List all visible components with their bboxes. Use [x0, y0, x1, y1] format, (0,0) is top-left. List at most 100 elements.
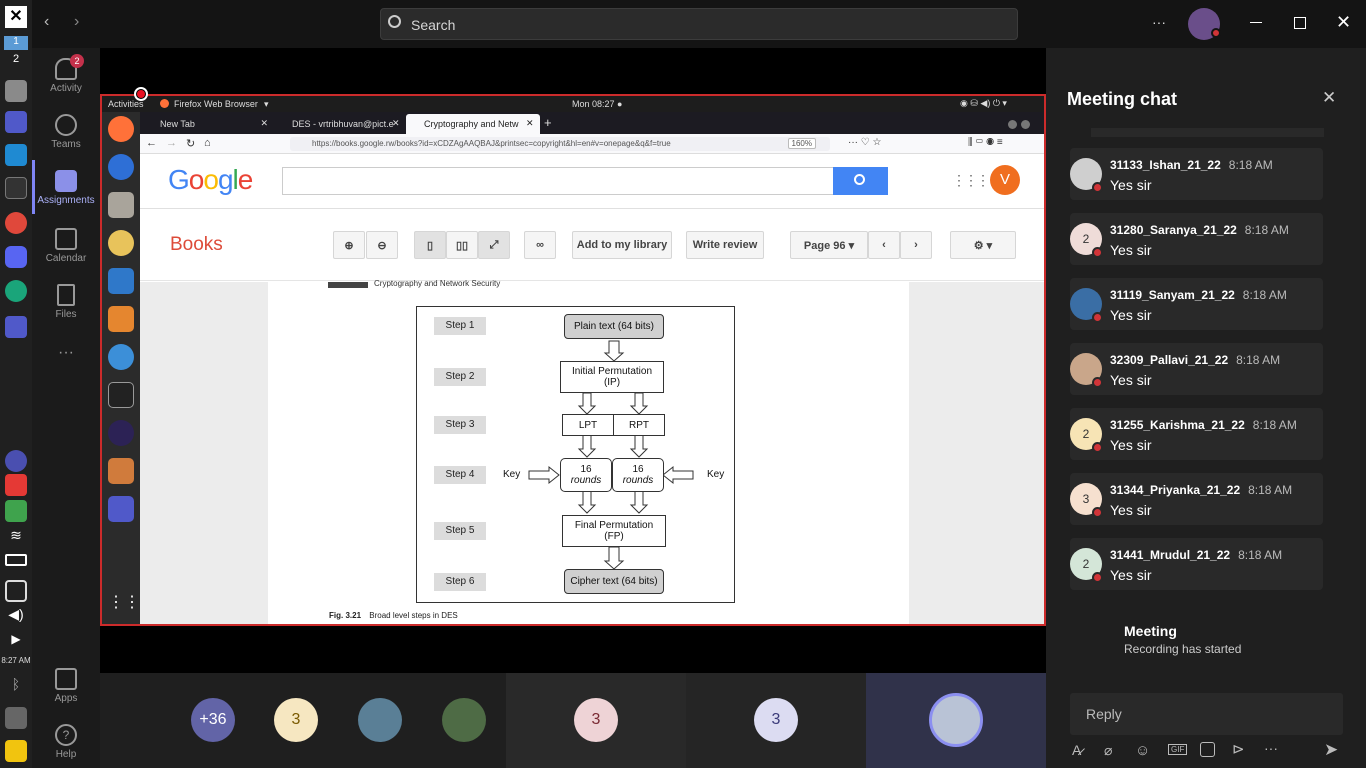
rail-activity[interactable]: Activity: [32, 58, 100, 94]
chat-message[interactable]: 2 31280_Saranya_21_22 8:18 AM Yes sir: [1070, 213, 1323, 265]
prev-page-button[interactable]: ‹: [868, 231, 900, 259]
teams-dock-icon[interactable]: [108, 496, 134, 522]
screenshot-dock-icon[interactable]: [108, 458, 134, 484]
close-window-button[interactable]: ✕: [1336, 12, 1351, 33]
rail-more-button[interactable]: ···: [32, 344, 100, 362]
minimize-button[interactable]: [1250, 22, 1262, 23]
more-options-button[interactable]: ···: [1152, 14, 1166, 30]
new-tab-button[interactable]: +: [544, 115, 552, 130]
google-logo[interactable]: Google: [168, 164, 253, 196]
participant-avatar[interactable]: [442, 698, 486, 742]
books-title[interactable]: Books: [170, 234, 223, 256]
page-selector[interactable]: Page 96 ▾: [790, 231, 868, 259]
tab-new-tab[interactable]: New Tab ✕: [142, 114, 272, 134]
start-logo-icon[interactable]: ✕: [5, 6, 27, 28]
link-button[interactable]: ∞: [524, 231, 556, 259]
anydesk-icon[interactable]: [5, 474, 27, 496]
tab-cryptography[interactable]: Cryptography and Netw: [406, 114, 540, 134]
system-tray-icons[interactable]: ◉ ⛁ ◀) ⏻ ▾: [960, 98, 1007, 109]
chat-message[interactable]: 31133_Ishan_21_22 8:18 AM Yes sir: [1070, 148, 1323, 200]
writer-dock-icon[interactable]: [108, 268, 134, 294]
emoji-icon[interactable]: ☺: [1135, 742, 1150, 759]
teams-notify-icon[interactable]: [5, 450, 27, 472]
thunderbird-dock-icon[interactable]: [108, 154, 134, 180]
rail-help[interactable]: ? Help: [32, 724, 100, 760]
zoom-out-button[interactable]: ⊖: [366, 231, 398, 259]
show-apps-grid-icon[interactable]: ⋮⋮: [108, 592, 140, 618]
single-page-button[interactable]: ▯: [414, 231, 446, 259]
package-icon[interactable]: [5, 500, 27, 522]
google-apps-icon[interactable]: ⋮⋮⋮: [952, 172, 990, 189]
schedule-send-icon[interactable]: ⊳: [1232, 740, 1245, 758]
app-menu[interactable]: Firefox Web Browser: [174, 99, 258, 109]
reload-icon[interactable]: ↻: [186, 137, 195, 150]
rail-apps[interactable]: Apps: [32, 668, 100, 704]
rail-calendar[interactable]: Calendar: [32, 228, 100, 264]
search-input[interactable]: Search: [380, 8, 1018, 40]
participant-avatar[interactable]: 3: [574, 698, 618, 742]
play-icon[interactable]: ▶: [5, 632, 27, 654]
firefox-dock-icon[interactable]: [108, 116, 134, 142]
zoom-indicator[interactable]: 160%: [787, 138, 816, 149]
workspace-2[interactable]: 2: [4, 53, 28, 67]
vscode-icon[interactable]: [5, 144, 27, 166]
library-icons[interactable]: ⫼ ▭ ◉ ≡: [968, 137, 1003, 148]
reply-input[interactable]: Reply: [1070, 693, 1343, 735]
back-icon[interactable]: ←: [146, 137, 157, 149]
fullscreen-button[interactable]: ⤢: [478, 231, 510, 259]
rail-teams[interactable]: Teams: [32, 114, 100, 150]
chat-message[interactable]: 2 31255_Karishma_21_22 8:18 AM Yes sir: [1070, 408, 1323, 460]
sticker-icon[interactable]: [1200, 742, 1215, 757]
participant-avatar[interactable]: 3: [274, 698, 318, 742]
maximize-button[interactable]: [1294, 17, 1306, 29]
window-controls[interactable]: [1008, 116, 1042, 147]
chat-message[interactable]: 2 31441_Mrudul_21_22 8:18 AM Yes sir: [1070, 538, 1323, 590]
tab-close-icon[interactable]: ✕: [392, 118, 400, 129]
tab-close-icon[interactable]: ✕: [526, 118, 534, 129]
google-search-input[interactable]: [282, 167, 834, 195]
zoom-in-button[interactable]: ⊕: [333, 231, 365, 259]
files-dock-icon[interactable]: [108, 192, 134, 218]
teams-icon[interactable]: [5, 111, 27, 133]
self-avatar[interactable]: [929, 693, 983, 747]
tab-close-icon[interactable]: ✕: [260, 118, 268, 129]
help-dock-icon[interactable]: [108, 344, 134, 370]
back-arrow-icon[interactable]: ‹: [44, 13, 49, 31]
add-to-library-button[interactable]: Add to my library: [572, 231, 672, 259]
participant-avatar[interactable]: [358, 698, 402, 742]
workspace-1[interactable]: 1: [4, 36, 28, 50]
settings-button[interactable]: ⚙ ▾: [950, 231, 1016, 259]
write-review-button[interactable]: Write review: [686, 231, 764, 259]
chat-message[interactable]: 32309_Pallavi_21_22 8:18 AM Yes sir: [1070, 343, 1323, 395]
format-icon[interactable]: A̷: [1072, 742, 1081, 758]
rail-assignments[interactable]: Assignments: [32, 170, 100, 206]
wifi-icon[interactable]: ≋: [5, 527, 27, 549]
notes-icon[interactable]: [5, 740, 27, 762]
send-icon[interactable]: ➤: [1324, 740, 1338, 760]
rhythmbox-dock-icon[interactable]: [108, 230, 134, 256]
file-manager-icon[interactable]: [5, 80, 27, 102]
bluetooth-icon[interactable]: ᛒ: [5, 676, 27, 698]
gif-icon[interactable]: GIF: [1168, 744, 1188, 755]
participant-avatar[interactable]: 3: [754, 698, 798, 742]
forward-icon[interactable]: →: [166, 137, 177, 149]
overflow-participants-button[interactable]: +36: [191, 698, 235, 742]
url-bar[interactable]: https://books.google.rw/books?id=xCDZAgA…: [290, 137, 830, 151]
volume-icon[interactable]: ◀): [5, 606, 27, 628]
discord-icon[interactable]: [5, 246, 27, 268]
two-page-button[interactable]: ▯▯: [446, 231, 478, 259]
home-icon[interactable]: ⌂: [204, 137, 211, 149]
eclipse-dock-icon[interactable]: [108, 420, 134, 446]
clipboard-icon[interactable]: [5, 580, 27, 602]
chat-message[interactable]: 3 31344_Priyanka_21_22 8:18 AM Yes sir: [1070, 473, 1323, 525]
next-page-button[interactable]: ›: [900, 231, 932, 259]
page-actions-icon[interactable]: ··· ♡ ☆: [848, 137, 881, 148]
calculator-icon[interactable]: [5, 707, 27, 729]
ubuntu-clock[interactable]: Mon 08:27 ●: [572, 99, 622, 109]
close-chat-icon[interactable]: ✕: [1322, 88, 1336, 108]
software-dock-icon[interactable]: [108, 306, 134, 332]
teams-active-icon[interactable]: [5, 316, 27, 338]
chrome-icon[interactable]: [5, 212, 27, 234]
rail-files[interactable]: Files: [32, 284, 100, 320]
more-compose-icon[interactable]: ···: [1264, 740, 1278, 756]
